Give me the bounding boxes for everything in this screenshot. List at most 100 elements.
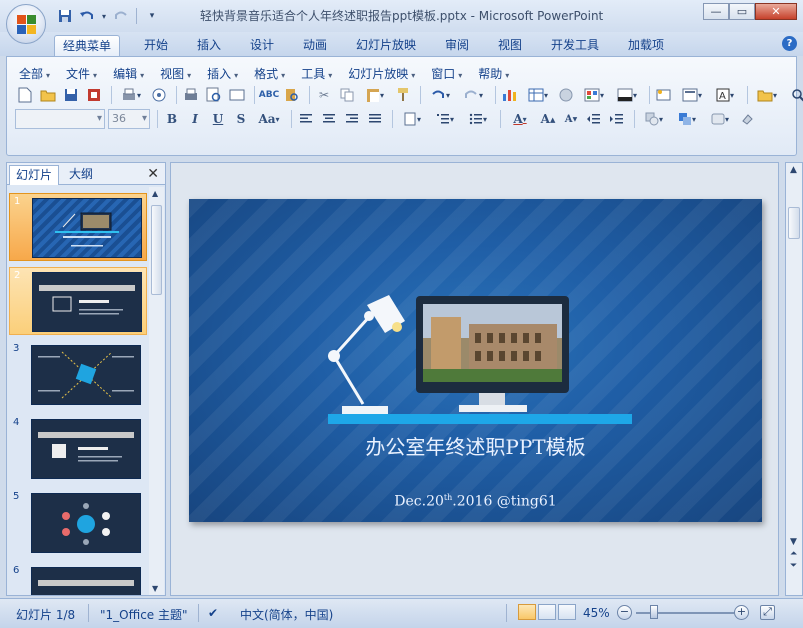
tab-home[interactable]: 开始 — [136, 35, 176, 56]
scroll-up-icon[interactable]: ▲ — [790, 165, 797, 175]
close-icon[interactable]: ✕ — [147, 166, 159, 182]
shrink-font-icon[interactable]: A ▼ — [561, 109, 581, 129]
slide-subtitle[interactable]: Dec.20th.2016 @ting61 — [189, 493, 762, 510]
menu-slideshow[interactable]: 幻灯片放映 ▾ — [348, 65, 423, 82]
new-slide-icon[interactable] — [654, 85, 674, 105]
minimize-icon[interactable]: — — [703, 3, 729, 20]
permission-icon[interactable] — [84, 85, 104, 105]
scroll-down-icon[interactable]: ▼ — [152, 584, 158, 593]
bold-icon[interactable]: B — [162, 109, 182, 129]
help-icon[interactable]: ? — [782, 36, 797, 51]
spell-check-icon[interactable]: ✔ — [208, 606, 218, 620]
insert-chart-icon[interactable] — [500, 85, 520, 105]
justify-icon[interactable] — [365, 109, 385, 129]
normal-view-icon[interactable] — [518, 604, 536, 620]
zoom-in-icon[interactable]: + — [734, 605, 749, 620]
slideshow-view-icon[interactable] — [558, 604, 576, 620]
slide-thumbnail[interactable]: 4 — [9, 415, 147, 483]
previous-slide-icon[interactable]: ⏶ — [790, 549, 797, 559]
open-folder-icon[interactable] — [38, 85, 58, 105]
tab-outline[interactable]: 大纲 — [63, 165, 99, 185]
print-icon[interactable] — [181, 85, 201, 105]
text-box-icon[interactable]: A ▾ — [710, 85, 740, 105]
undo-icon[interactable] — [78, 7, 96, 25]
align-center-icon[interactable] — [319, 109, 339, 129]
copy-icon[interactable] — [337, 85, 357, 105]
menu-file[interactable]: 文件 ▾ — [66, 65, 105, 82]
zoom-out-icon[interactable]: − — [617, 605, 632, 620]
insert-table-icon[interactable]: ▾ — [523, 85, 553, 105]
numbering-icon[interactable]: ▾ — [430, 109, 460, 129]
shape-fill-icon[interactable] — [738, 109, 758, 129]
slide-title[interactable]: 办公室年终述职PPT模板 — [189, 431, 762, 460]
menu-edit[interactable]: 编辑 ▾ — [113, 65, 152, 82]
change-case-icon[interactable]: Aa ▾ — [254, 109, 284, 129]
tab-animation[interactable]: 动画 — [295, 35, 335, 56]
save-icon[interactable] — [61, 85, 81, 105]
align-left-icon[interactable] — [296, 109, 316, 129]
scroll-thumb[interactable] — [151, 205, 162, 295]
tab-classic-menu[interactable]: 经典菜单 — [54, 35, 121, 56]
slide-thumbnail[interactable]: 3 — [9, 341, 147, 409]
cut-icon[interactable]: ✂ — [314, 85, 334, 105]
menu-all[interactable]: 全部 ▾ — [19, 65, 58, 82]
shadow-icon[interactable]: S — [231, 109, 251, 129]
underline-icon[interactable]: U — [208, 109, 228, 129]
tab-slides[interactable]: 幻灯片 — [9, 165, 60, 185]
close-icon[interactable]: ✕ — [755, 3, 797, 20]
zoom-slider-handle[interactable] — [650, 605, 658, 619]
scroll-up-icon[interactable]: ▲ — [152, 189, 158, 198]
scroll-thumb[interactable] — [788, 207, 800, 239]
tab-insert[interactable]: 插入 — [189, 35, 229, 56]
quick-styles-icon[interactable]: ▾ — [705, 109, 735, 129]
tab-addins[interactable]: 加载项 — [620, 35, 672, 56]
tab-developer[interactable]: 开发工具 — [543, 35, 607, 56]
menu-insert[interactable]: 插入 ▾ — [207, 65, 246, 82]
menu-tools[interactable]: 工具 ▾ — [301, 65, 340, 82]
menu-format[interactable]: 格式 ▾ — [254, 65, 293, 82]
font-name-combo[interactable] — [15, 109, 105, 129]
redo-icon[interactable] — [112, 7, 130, 25]
slide-sorter-view-icon[interactable] — [538, 604, 556, 620]
format-painter-icon[interactable] — [393, 85, 413, 105]
slide-view-icon[interactable] — [227, 85, 247, 105]
print-preview-icon[interactable] — [204, 85, 224, 105]
fit-to-window-icon[interactable]: ⤢ — [760, 605, 775, 620]
maximize-icon[interactable]: ▭ — [729, 3, 755, 20]
slide-thumbnail[interactable]: 6 — [9, 563, 147, 595]
clip-art-icon[interactable] — [556, 85, 576, 105]
line-weight-icon[interactable]: ▾ — [612, 85, 642, 105]
office-button[interactable] — [6, 4, 46, 44]
open-folder-icon[interactable]: ▾ — [752, 85, 782, 105]
customize-qat-icon[interactable]: ▾ — [143, 7, 161, 25]
slide-thumbnail[interactable]: 2 — [9, 267, 147, 335]
save-icon[interactable] — [56, 7, 74, 25]
current-slide[interactable]: 办公室年终述职PPT模板 Dec.20th.2016 @ting61 — [189, 199, 762, 522]
menu-window[interactable]: 窗口 ▾ — [431, 65, 470, 82]
menu-view[interactable]: 视图 ▾ — [160, 65, 199, 82]
increase-indent-icon[interactable] — [607, 109, 627, 129]
decrease-indent-icon[interactable] — [584, 109, 604, 129]
italic-icon[interactable]: I — [185, 109, 205, 129]
next-slide-icon[interactable]: ⏷ — [790, 561, 797, 571]
grow-font-icon[interactable]: A ▲ — [538, 109, 558, 129]
language-indicator[interactable]: 中文(简体，中国) — [240, 606, 333, 623]
font-size-combo[interactable]: 36 — [108, 109, 150, 129]
menu-help[interactable]: 帮助 ▾ — [478, 65, 517, 82]
slide-thumbnail[interactable]: 1 — [9, 193, 147, 261]
tab-review[interactable]: 审阅 — [437, 35, 477, 56]
align-right-icon[interactable] — [342, 109, 362, 129]
text-direction-icon[interactable]: ▾ — [397, 109, 427, 129]
bullets-icon[interactable]: ▾ — [463, 109, 493, 129]
publish-icon[interactable] — [149, 85, 169, 105]
print-dropdown-icon[interactable]: ▾ — [116, 85, 146, 105]
slide-layout-icon[interactable]: ▾ — [677, 85, 707, 105]
color-scheme-icon[interactable]: ▾ — [579, 85, 609, 105]
spelling-icon[interactable]: ABC — [259, 85, 279, 105]
scroll-down-icon[interactable]: ▼ — [790, 537, 797, 547]
shapes-icon[interactable]: ▾ — [639, 109, 669, 129]
new-document-icon[interactable] — [15, 85, 35, 105]
research-icon[interactable] — [282, 85, 302, 105]
arrange-icon[interactable]: ▾ — [672, 109, 702, 129]
paste-dropdown-icon[interactable]: ▾ — [360, 85, 390, 105]
